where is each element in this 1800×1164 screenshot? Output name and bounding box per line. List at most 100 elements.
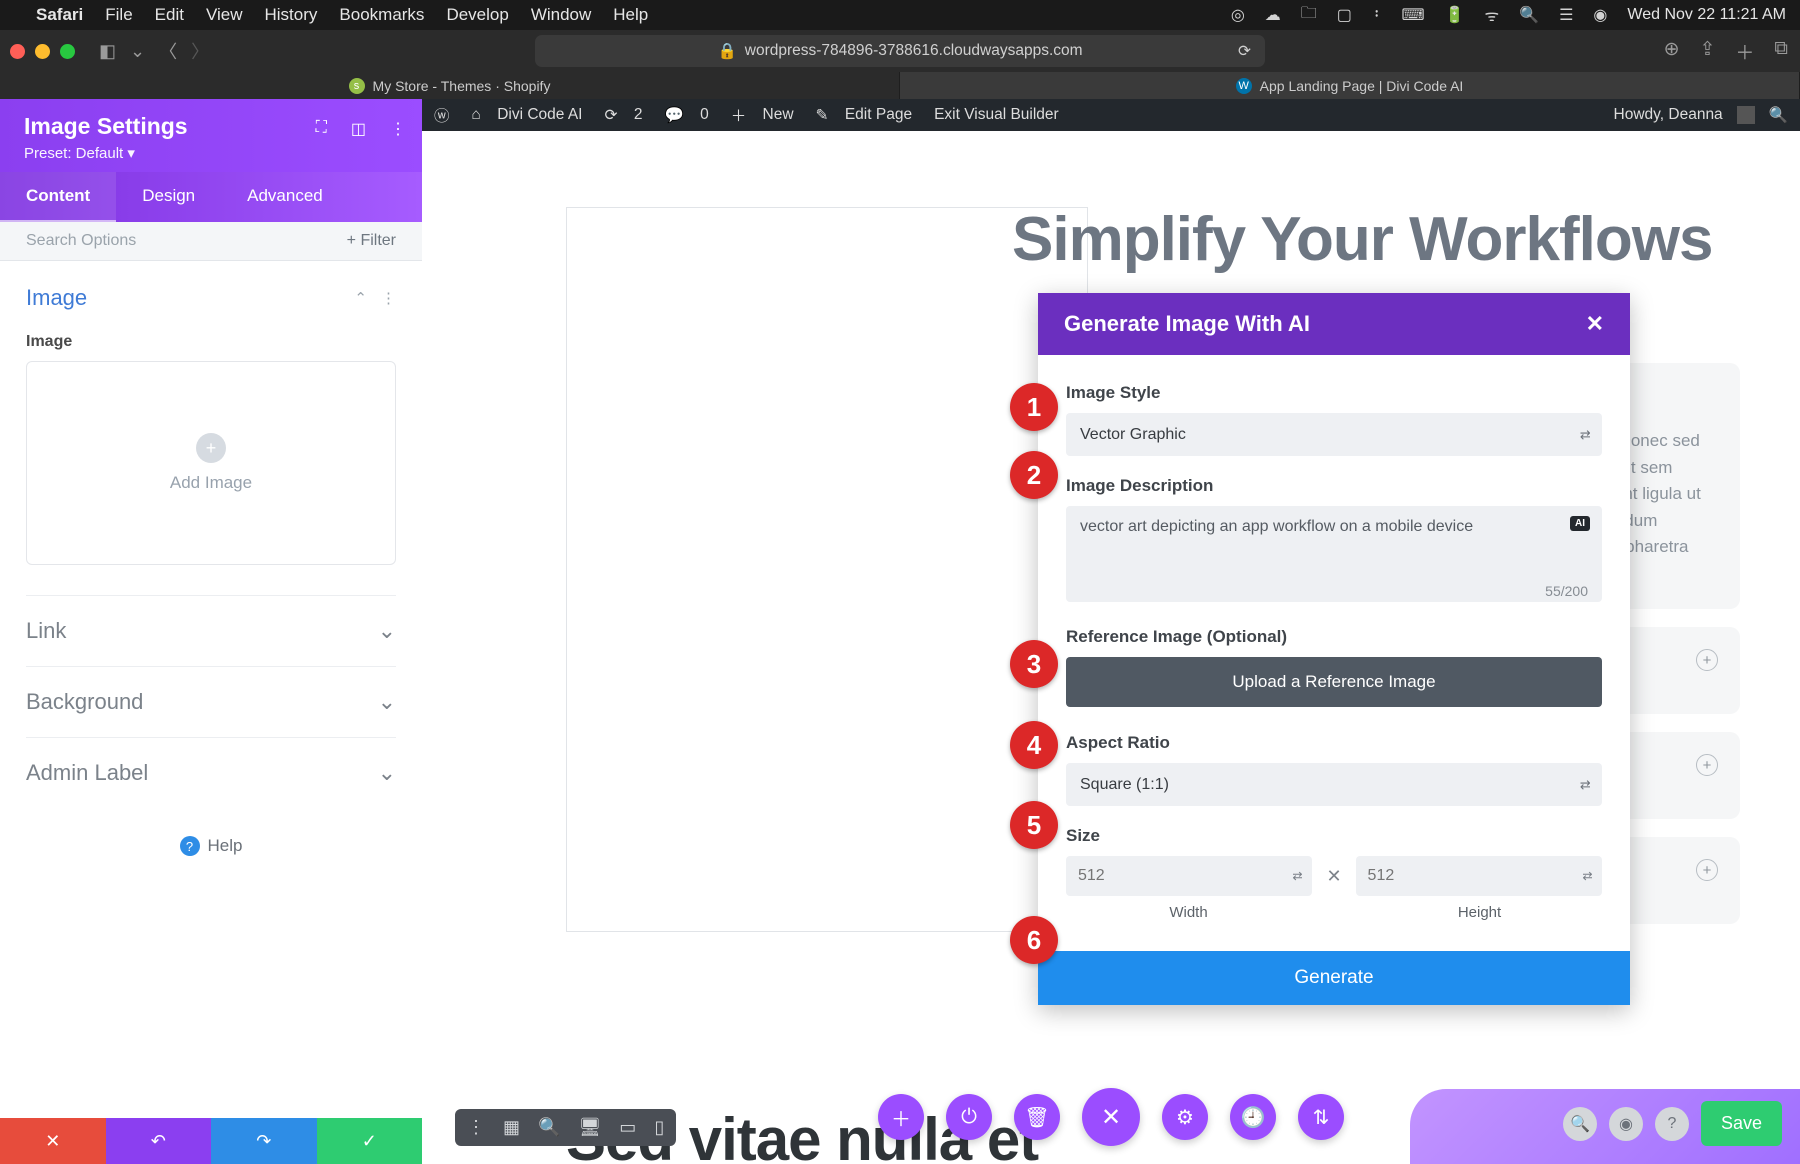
record-icon[interactable]: ◎ [1231,5,1245,25]
find-replace-icon[interactable]: 🔍 [1563,1107,1597,1141]
tab-wordpress[interactable]: W App Landing Page | Divi Code AI [900,72,1800,99]
accordion-admin-label[interactable]: Admin Label⌄ [26,737,396,808]
ai-badge[interactable]: AI [1570,516,1590,531]
wp-logo-icon[interactable]: ⓦ [434,104,450,126]
avatar[interactable] [1737,106,1755,124]
search-icon[interactable]: 🔍 [1519,5,1539,25]
filter-button[interactable]: + Filter [347,232,396,250]
cloud-icon[interactable]: ☁ [1265,5,1281,25]
tab-shopify[interactable]: s My Store - Themes · Shopify [0,72,900,99]
datetime[interactable]: Wed Nov 22 11:21 AM [1627,6,1786,24]
generate-image-ai-modal: Generate Image With AI ✕ Image Style Vec… [1038,293,1630,1005]
forward-icon[interactable]: 〉 [191,38,209,64]
add-section-button[interactable]: ＋ [878,1094,924,1140]
howdy-link[interactable]: Howdy, Deanna [1614,106,1723,124]
close-builder-button[interactable]: ✕ [1082,1088,1140,1146]
menu-develop[interactable]: Develop [446,5,508,25]
back-icon[interactable]: 〈 [159,38,177,64]
control-center-icon[interactable]: ☰ [1559,5,1573,25]
aspect-ratio-select[interactable]: Square (1:1) [1066,763,1602,806]
keyboard-icon[interactable]: ⌨ [1402,5,1425,25]
discard-button[interactable]: ✕ [0,1118,106,1164]
page-settings-button[interactable]: ⏻ [946,1094,992,1140]
zoom-icon[interactable]: 🔍 [538,1117,560,1138]
bluetooth-icon[interactable]: ᛬ [1372,6,1382,24]
accordion-link[interactable]: Link⌄ [26,595,396,666]
image-description-input[interactable]: vector art depicting an app workflow on … [1066,506,1602,602]
search-options-input[interactable]: Search Options [26,232,136,250]
settings-button[interactable]: ⚙ [1162,1094,1208,1140]
image-style-select[interactable]: Vector Graphic [1066,413,1602,456]
new-tab-icon[interactable]: ＋ [1735,38,1754,65]
generate-button[interactable]: Generate [1038,951,1630,1005]
menu-edit[interactable]: Edit [155,5,184,25]
wifi-icon[interactable]: ᯤ [1485,4,1500,26]
save-button[interactable]: Save [1701,1101,1782,1146]
expand-icon[interactable]: + [1696,859,1718,881]
tabs-icon[interactable]: ⧉ [1774,38,1788,65]
tab-group-dropdown-icon[interactable]: ⌄ [130,41,145,62]
group-menu-icon[interactable]: ⋮ [381,289,396,307]
clear-button[interactable]: 🗑 [1014,1094,1060,1140]
app-name[interactable]: Safari [36,5,83,25]
tab-advanced[interactable]: Advanced [221,172,349,222]
width-input[interactable] [1066,856,1312,896]
reload-icon[interactable]: ⟳ [1238,42,1251,61]
mobile-icon[interactable]: ▯ [654,1117,664,1138]
divi-right-controls: 🔍 ◉ ? Save [1563,1101,1782,1146]
undo-button[interactable]: ↶ [106,1118,212,1164]
history-button[interactable]: 🕘 [1230,1094,1276,1140]
tab-content[interactable]: Content [0,172,116,222]
tab-design[interactable]: Design [116,172,221,222]
close-icon[interactable]: ✕ [1586,311,1604,337]
focus-icon[interactable]: ⛶ [316,119,327,139]
group-image-toggle[interactable]: Image ⌃ ⋮ [26,271,396,325]
address-bar[interactable]: 🔒 wordpress-784896-3788616.cloudwaysapps… [535,35,1265,67]
accordion-background[interactable]: Background⌄ [26,666,396,737]
menu-window[interactable]: Window [531,5,591,25]
menu-history[interactable]: History [265,5,318,25]
preset-dropdown[interactable]: Preset: Default ▾ [24,144,398,162]
expand-icon[interactable]: + [1696,754,1718,776]
close-window-icon[interactable] [10,44,25,59]
wireframe-icon[interactable]: ▦ [503,1117,520,1138]
height-input[interactable] [1356,856,1602,896]
layers-icon[interactable]: ◉ [1609,1107,1643,1141]
siri-icon[interactable]: ◉ [1593,5,1607,25]
redo-button[interactable]: ↷ [211,1118,317,1164]
wp-search-icon[interactable]: 🔍 [1769,106,1788,125]
panel-menu-icon[interactable]: ⋮ [390,119,406,139]
new-link[interactable]: ＋ New [731,104,794,126]
display-icon[interactable]: ▢ [1337,5,1352,25]
add-image-dropzone[interactable]: + Add Image [26,361,396,565]
expand-icon[interactable]: + [1696,649,1718,671]
battery-icon[interactable]: 🔋 [1445,5,1465,25]
fullscreen-window-icon[interactable] [60,44,75,59]
menu-file[interactable]: File [105,5,132,25]
url-text: wordpress-784896-3788616.cloudwaysapps.c… [745,42,1083,60]
exit-visual-builder-link[interactable]: Exit Visual Builder [934,106,1059,124]
divi-action-bar: ＋ ⏻ 🗑 ✕ ⚙ 🕘 ⇅ [878,1088,1344,1146]
downloads-icon[interactable]: ⊕ [1664,38,1680,65]
confirm-button[interactable]: ✓ [317,1118,423,1164]
swap-button[interactable]: ⇅ [1298,1094,1344,1140]
desktop-icon[interactable]: 🖥 [578,1117,601,1138]
site-link[interactable]: ⌂ Divi Code AI [472,106,583,124]
tablet-icon[interactable]: ▭ [619,1117,636,1138]
edit-page-link[interactable]: ✎ Edit Page [816,106,913,125]
help-link[interactable]: ?Help [26,808,396,884]
menu-bookmarks[interactable]: Bookmarks [339,5,424,25]
minimize-window-icon[interactable] [35,44,50,59]
sidebar-icon[interactable]: ◧ [99,41,116,62]
tab-label: My Store - Themes · Shopify [373,78,551,94]
updates-link[interactable]: ⟳ 2 [605,106,643,125]
comments-link[interactable]: 💬 0 [664,106,708,125]
divi-menu-icon[interactable]: ⋮ [467,1117,485,1138]
help-icon[interactable]: ? [1655,1107,1689,1141]
share-icon[interactable]: ⇪ [1699,38,1715,65]
folder-icon[interactable]: 🗀 [1301,2,1317,29]
menu-view[interactable]: View [206,5,243,25]
menu-help[interactable]: Help [613,5,648,25]
upload-reference-button[interactable]: Upload a Reference Image [1066,657,1602,707]
panel-position-icon[interactable]: ◫ [351,119,366,139]
